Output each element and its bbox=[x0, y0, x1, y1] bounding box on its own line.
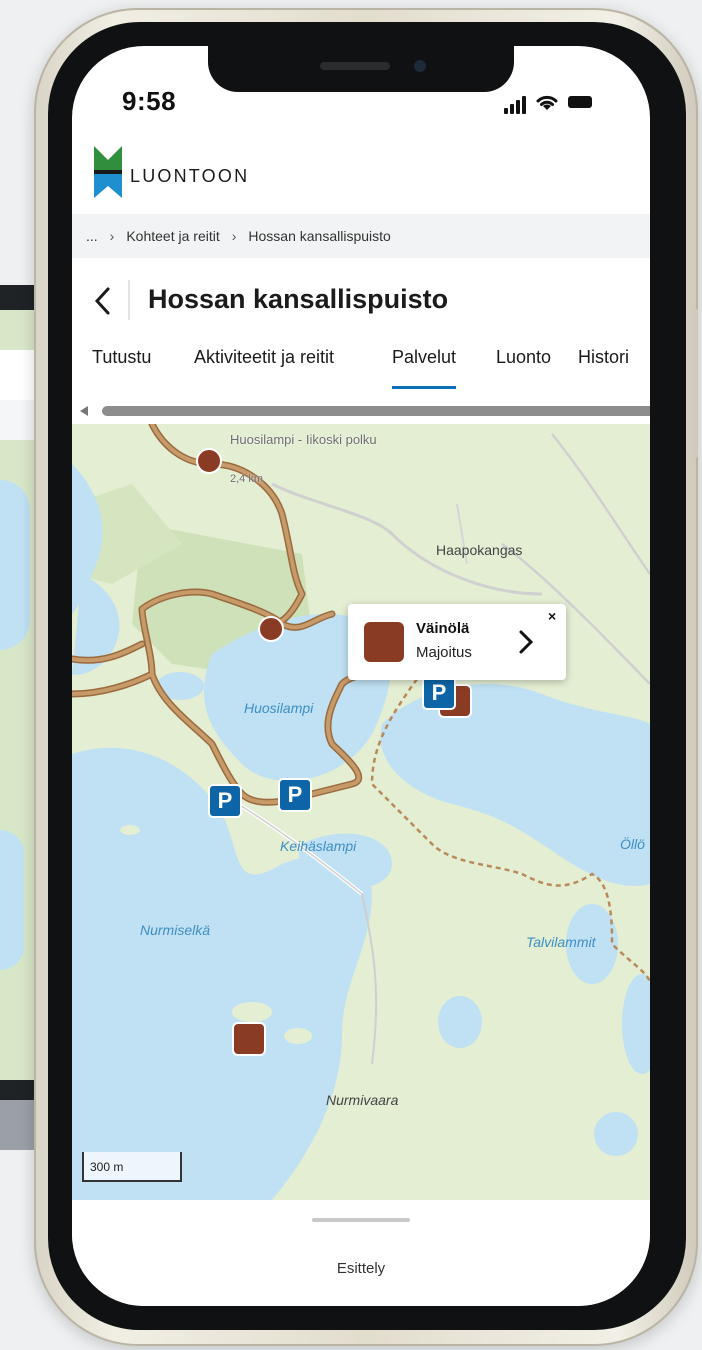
map-label-nurmiselka: Nurmiselkä bbox=[140, 922, 211, 938]
tab-luonto[interactable]: Luonto bbox=[496, 344, 551, 386]
map-base bbox=[72, 424, 650, 1200]
parking-marker[interactable]: P bbox=[278, 778, 312, 812]
close-icon[interactable]: × bbox=[548, 608, 556, 624]
map-label-ollo: Öllö bbox=[620, 836, 645, 852]
map-scale: 300 m bbox=[82, 1152, 182, 1182]
battery-icon bbox=[568, 96, 592, 108]
popup-title: Väinölä bbox=[416, 620, 470, 637]
map-label-nurmivaara: Nurmivaara bbox=[326, 1092, 399, 1108]
brand-name: LUONTOON bbox=[130, 166, 250, 186]
back-arrow-icon[interactable] bbox=[90, 284, 114, 318]
bottom-sheet[interactable]: Esittely bbox=[72, 1200, 650, 1306]
tab-historia[interactable]: Histori bbox=[578, 344, 629, 386]
chevron-right-icon: › bbox=[109, 228, 115, 244]
wifi-icon bbox=[536, 95, 558, 110]
tab-palvelut[interactable]: Palvelut bbox=[392, 344, 457, 389]
page-title: Hossan kansallispuisto bbox=[148, 284, 449, 314]
parking-marker[interactable]: P bbox=[422, 676, 456, 710]
cabin-marker-icon[interactable] bbox=[232, 1022, 266, 1056]
status-time: 9:58 bbox=[122, 86, 177, 116]
sheet-label: Esittely bbox=[336, 1260, 386, 1277]
map-popup[interactable]: Väinölä Majoitus × bbox=[348, 604, 566, 680]
scroll-left-icon[interactable] bbox=[80, 406, 88, 416]
sheet-drag-handle[interactable] bbox=[312, 1218, 410, 1222]
parking-marker[interactable]: P bbox=[208, 784, 242, 818]
luontoon-logo-icon bbox=[94, 146, 122, 198]
tab-tutustu[interactable]: Tutustu bbox=[92, 344, 151, 386]
hiker-icon[interactable] bbox=[258, 616, 284, 642]
popup-subtitle: Majoitus bbox=[416, 644, 472, 661]
breadcrumb-ellipsis[interactable]: ... bbox=[86, 228, 98, 244]
scrollbar-thumb[interactable] bbox=[102, 406, 650, 416]
notch bbox=[208, 46, 514, 92]
brand-header[interactable]: LUONTOON bbox=[94, 146, 294, 202]
breadcrumb-item-kohteet[interactable]: Kohteet ja reitit bbox=[126, 228, 219, 244]
breadcrumb-item-hossa[interactable]: Hossan kansallispuisto bbox=[248, 228, 390, 244]
map-label-haapokangas: Haapokangas bbox=[436, 542, 523, 558]
status-icons bbox=[504, 90, 624, 114]
map-label-huosilampi: Huosilampi bbox=[244, 700, 314, 716]
map-view[interactable]: Huosilampi - Iikoski polku 2,4 km Haapok… bbox=[72, 424, 650, 1200]
title-divider bbox=[128, 280, 130, 320]
chevron-right-icon: › bbox=[231, 228, 237, 244]
breadcrumb: ... › Kohteet ja reitit › Hossan kansall… bbox=[72, 214, 650, 258]
map-label-keihaslampi: Keihäslampi bbox=[280, 838, 357, 854]
side-button bbox=[692, 308, 698, 458]
hiker-icon[interactable] bbox=[196, 448, 222, 474]
map-label-talvilammit: Talvilammit bbox=[526, 934, 596, 950]
bed-icon bbox=[364, 622, 404, 662]
map-label-trail-length: 2,4 km bbox=[230, 473, 264, 485]
phone-screen: 9:58 LUONTOON ... › Kohteet ja reitit › … bbox=[72, 46, 650, 1306]
tab-scrollbar[interactable] bbox=[76, 406, 650, 416]
map-label-trail-name: Huosilampi - Iikoski polku bbox=[230, 432, 377, 447]
signal-icon bbox=[504, 108, 508, 114]
tab-aktiviteetit[interactable]: Aktiviteetit ja reitit bbox=[194, 344, 334, 386]
chevron-right-icon[interactable] bbox=[516, 628, 536, 656]
